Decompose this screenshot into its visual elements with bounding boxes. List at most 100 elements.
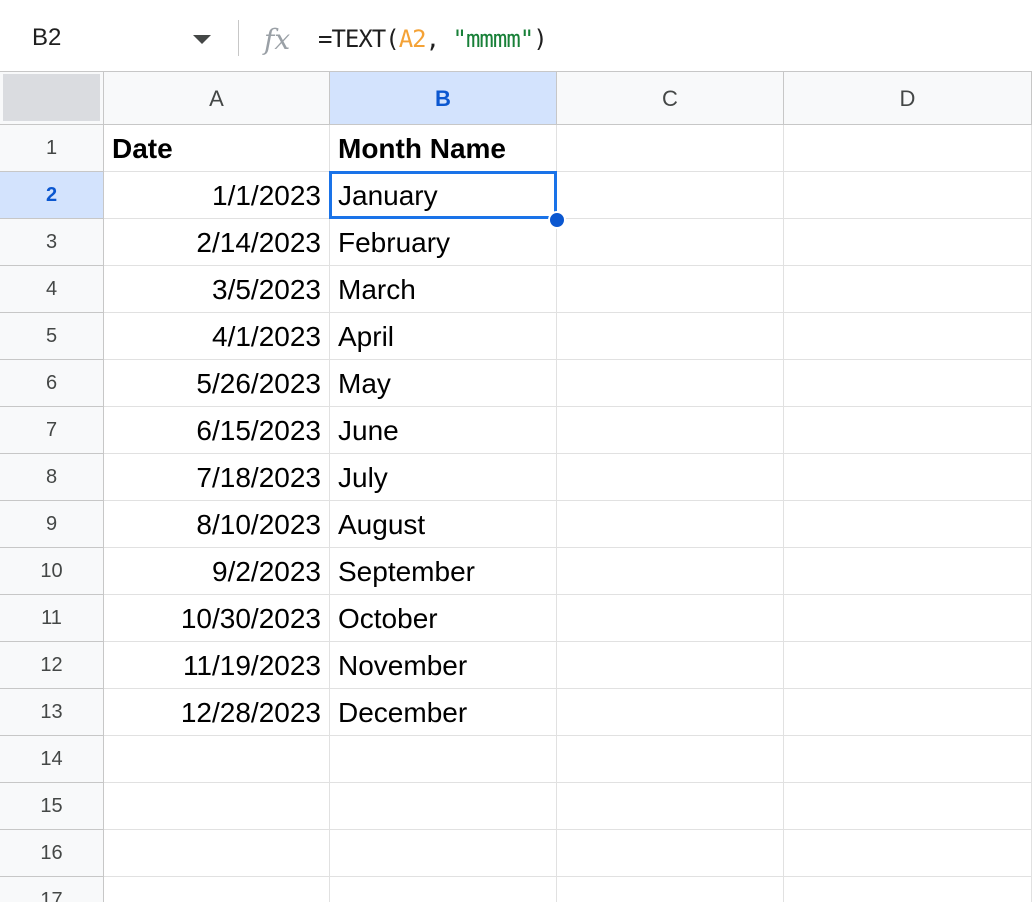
chevron-down-icon[interactable] <box>193 35 211 44</box>
cell-b12[interactable]: November <box>330 642 557 689</box>
cell-b6[interactable]: May <box>330 360 557 407</box>
row-header-2[interactable]: 2 <box>0 172 104 219</box>
cell-c3[interactable] <box>557 219 784 266</box>
cell-a13[interactable]: 12/28/2023 <box>104 689 330 736</box>
cell-d4[interactable] <box>784 266 1032 313</box>
cell-d13[interactable] <box>784 689 1032 736</box>
cell-d2[interactable] <box>784 172 1032 219</box>
cell-a5[interactable]: 4/1/2023 <box>104 313 330 360</box>
cell-c11[interactable] <box>557 595 784 642</box>
cell-d3[interactable] <box>784 219 1032 266</box>
row-header-16[interactable]: 16 <box>0 830 104 877</box>
cell-c2[interactable] <box>557 172 784 219</box>
formula-bar-divider <box>238 20 239 56</box>
cell-a1[interactable]: Date <box>104 125 330 172</box>
cell-b1[interactable]: Month Name <box>330 125 557 172</box>
row-header-6[interactable]: 6 <box>0 360 104 407</box>
cell-c8[interactable] <box>557 454 784 501</box>
formula-bar: B2 fx =TEXT(A2, "mmmm") <box>0 0 1032 72</box>
row-header-9[interactable]: 9 <box>0 501 104 548</box>
cell-a4[interactable]: 3/5/2023 <box>104 266 330 313</box>
cell-a9[interactable]: 8/10/2023 <box>104 501 330 548</box>
cell-a12[interactable]: 11/19/2023 <box>104 642 330 689</box>
cell-b11[interactable]: October <box>330 595 557 642</box>
cell-c10[interactable] <box>557 548 784 595</box>
cell-d17[interactable] <box>784 877 1032 902</box>
fill-handle[interactable] <box>548 211 566 229</box>
cell-a11[interactable]: 10/30/2023 <box>104 595 330 642</box>
cell-b14[interactable] <box>330 736 557 783</box>
cell-d12[interactable] <box>784 642 1032 689</box>
cell-c13[interactable] <box>557 689 784 736</box>
formula-prefix: =TEXT( <box>318 25 400 53</box>
column-header-b[interactable]: B <box>330 72 557 125</box>
select-all-corner[interactable] <box>0 72 104 125</box>
row-header-10[interactable]: 10 <box>0 548 104 595</box>
cell-d16[interactable] <box>784 830 1032 877</box>
cell-b15[interactable] <box>330 783 557 830</box>
cell-c15[interactable] <box>557 783 784 830</box>
cell-c14[interactable] <box>557 736 784 783</box>
cell-b16[interactable] <box>330 830 557 877</box>
cell-b10[interactable]: September <box>330 548 557 595</box>
cell-a17[interactable] <box>104 877 330 902</box>
row-header-17[interactable]: 17 <box>0 877 104 902</box>
cell-c5[interactable] <box>557 313 784 360</box>
cell-d1[interactable] <box>784 125 1032 172</box>
cell-c17[interactable] <box>557 877 784 902</box>
cell-b9[interactable]: August <box>330 501 557 548</box>
row-header-5[interactable]: 5 <box>0 313 104 360</box>
cell-a15[interactable] <box>104 783 330 830</box>
cell-a2[interactable]: 1/1/2023 <box>104 172 330 219</box>
row-header-8[interactable]: 8 <box>0 454 104 501</box>
cell-a16[interactable] <box>104 830 330 877</box>
row-header-11[interactable]: 11 <box>0 595 104 642</box>
cell-d15[interactable] <box>784 783 1032 830</box>
cell-c16[interactable] <box>557 830 784 877</box>
spreadsheet-grid: A B C D 1 Date Month Name 2 1/1/2023 January 3 2/14… <box>0 72 1032 902</box>
cell-b7[interactable]: June <box>330 407 557 454</box>
formula-input[interactable]: =TEXT(A2, "mmmm") <box>318 25 548 53</box>
cell-d10[interactable] <box>784 548 1032 595</box>
cell-c4[interactable] <box>557 266 784 313</box>
cell-b4[interactable]: March <box>330 266 557 313</box>
cell-a3[interactable]: 2/14/2023 <box>104 219 330 266</box>
row-header-15[interactable]: 15 <box>0 783 104 830</box>
cell-d8[interactable] <box>784 454 1032 501</box>
cell-b5[interactable]: April <box>330 313 557 360</box>
cell-c7[interactable] <box>557 407 784 454</box>
column-header-c[interactable]: C <box>557 72 784 125</box>
cell-b2[interactable]: January <box>330 172 557 219</box>
cell-c1[interactable] <box>557 125 784 172</box>
cell-a14[interactable] <box>104 736 330 783</box>
cell-d6[interactable] <box>784 360 1032 407</box>
cell-a10[interactable]: 9/2/2023 <box>104 548 330 595</box>
column-header-a[interactable]: A <box>104 72 330 125</box>
cell-c12[interactable] <box>557 642 784 689</box>
row-header-4[interactable]: 4 <box>0 266 104 313</box>
row-header-1[interactable]: 1 <box>0 125 104 172</box>
cell-a8[interactable]: 7/18/2023 <box>104 454 330 501</box>
cell-b13[interactable]: December <box>330 689 557 736</box>
cell-d9[interactable] <box>784 501 1032 548</box>
name-box[interactable]: B2 <box>0 0 230 72</box>
row-header-13[interactable]: 13 <box>0 689 104 736</box>
cell-a6[interactable]: 5/26/2023 <box>104 360 330 407</box>
row-header-3[interactable]: 3 <box>0 219 104 266</box>
cell-b8[interactable]: July <box>330 454 557 501</box>
row-header-12[interactable]: 12 <box>0 642 104 689</box>
row-header-14[interactable]: 14 <box>0 736 104 783</box>
cell-c6[interactable] <box>557 360 784 407</box>
formula-string-argument: "mmmm" <box>452 25 535 53</box>
cell-d5[interactable] <box>784 313 1032 360</box>
cell-c9[interactable] <box>557 501 784 548</box>
cell-d11[interactable] <box>784 595 1032 642</box>
column-header-d[interactable]: D <box>784 72 1032 125</box>
cell-b3[interactable]: February <box>330 219 557 266</box>
cell-a7[interactable]: 6/15/2023 <box>104 407 330 454</box>
cell-b17[interactable] <box>330 877 557 902</box>
row-header-7[interactable]: 7 <box>0 407 104 454</box>
function-icon: fx <box>262 23 290 56</box>
cell-d7[interactable] <box>784 407 1032 454</box>
cell-d14[interactable] <box>784 736 1032 783</box>
